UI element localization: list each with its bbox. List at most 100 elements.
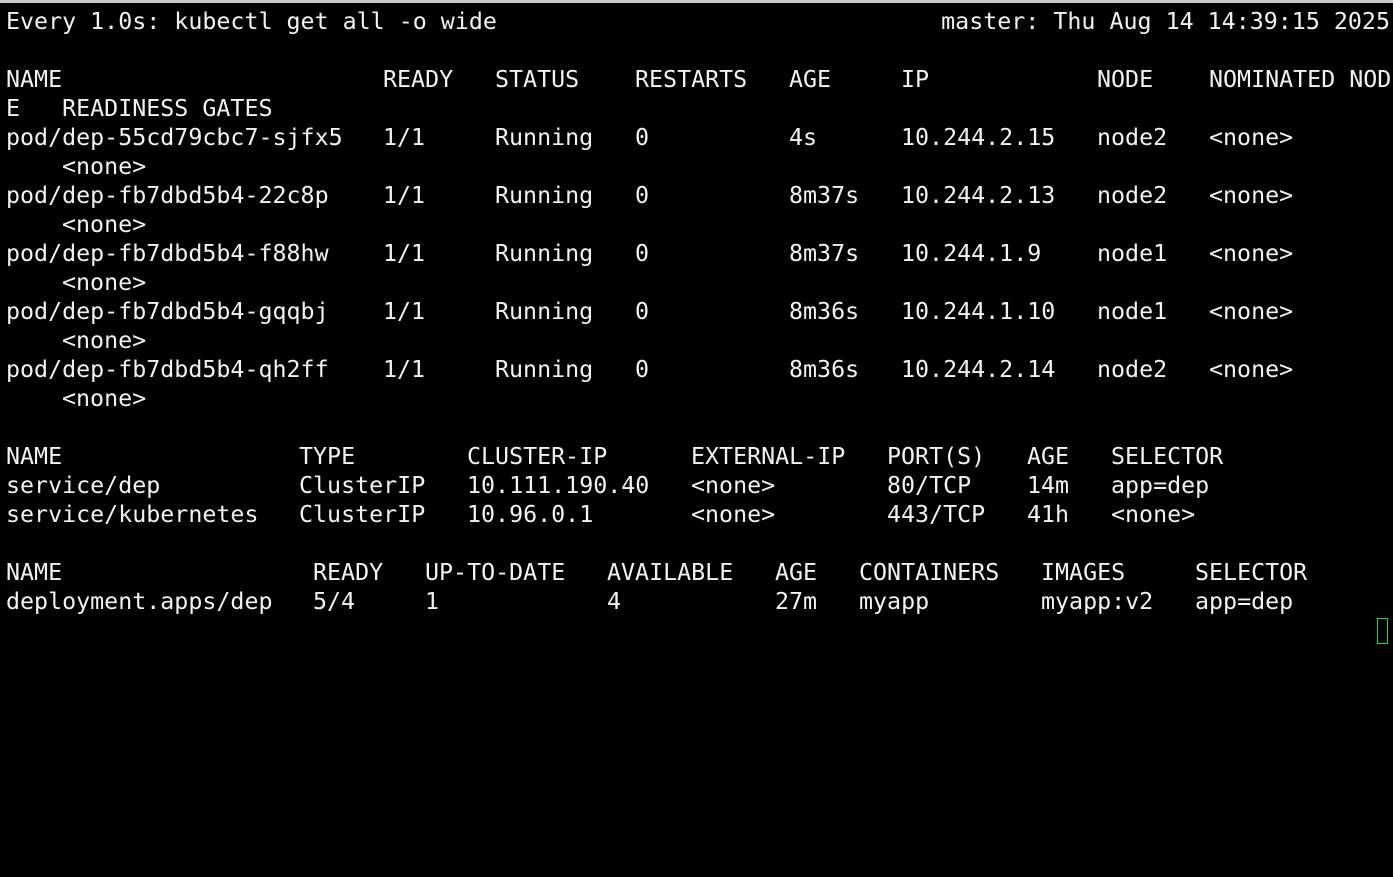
pod-ready: 1/1 [383, 356, 426, 383]
pod-ready: 1/1 [383, 182, 426, 209]
service-selector: app=dep [1111, 472, 1210, 499]
pod-name: pod/dep-fb7dbd5b4-22c8p [6, 182, 329, 209]
table-row: service/dep ClusterIP 10.111.190.40 <non… [6, 471, 1393, 500]
deployment-up-to-date: 1 [425, 588, 440, 615]
pod-restarts: 0 [635, 356, 650, 383]
deployments-header-row: NAME READY UP-TO-DATE AVAILABLE AGE CONT… [6, 558, 1393, 587]
col-header-readiness-gates: E READINESS GATES [6, 95, 273, 122]
col-header-restarts: RESTARTS [635, 66, 748, 93]
service-ports: 80/TCP [887, 472, 972, 499]
pod-status: Running [495, 298, 594, 325]
col-header-node: NODE [1097, 66, 1154, 93]
service-name: service/kubernetes [6, 501, 259, 528]
col-header-external-ip: EXTERNAL-IP [691, 443, 846, 470]
pod-status: Running [495, 240, 594, 267]
pod-readiness-gates: <none> [62, 211, 147, 238]
pods-header-wrap: E READINESS GATES [6, 94, 1393, 123]
col-header-name: NAME [6, 443, 63, 470]
pod-name: pod/dep-fb7dbd5b4-gqqbj [6, 298, 329, 325]
pod-status: Running [495, 356, 594, 383]
col-header-nominated: NOMINATED NOD [1209, 66, 1392, 93]
pod-nominated-node: <none> [1209, 356, 1294, 383]
service-ports: 443/TCP [887, 501, 986, 528]
pod-ready: 1/1 [383, 124, 426, 151]
col-header-status: STATUS [495, 66, 580, 93]
table-row-wrap: <none> [6, 384, 1393, 413]
pod-readiness-gates: <none> [62, 269, 147, 296]
table-row: deployment.apps/dep 5/4 1 4 27m myapp my… [6, 587, 1393, 616]
pod-restarts: 0 [635, 298, 650, 325]
pods-header-row: NAME READY STATUS RESTARTS AGE IP NODE N… [6, 65, 1393, 94]
watch-header: Every 1.0s: kubectl get all -o wide mast… [6, 7, 1393, 36]
pod-node: node2 [1097, 182, 1168, 209]
col-header-containers: CONTAINERS [859, 559, 1000, 586]
deployment-available: 4 [607, 588, 622, 615]
col-header-age: AGE [1027, 443, 1070, 470]
terminal-output: Every 1.0s: kubectl get all -o wide mast… [6, 7, 1393, 616]
pod-ip: 10.244.1.9 [901, 240, 1042, 267]
deployment-age: 27m [775, 588, 818, 615]
col-header-images: IMAGES [1041, 559, 1126, 586]
service-age: 14m [1027, 472, 1070, 499]
pod-node: node1 [1097, 240, 1168, 267]
col-header-type: TYPE [299, 443, 356, 470]
pod-age: 4s [789, 124, 818, 151]
pod-name: pod/dep-55cd79cbc7-sjfx5 [6, 124, 343, 151]
deployment-name: deployment.apps/dep [6, 588, 273, 615]
pod-ready: 1/1 [383, 298, 426, 325]
col-header-selector: SELECTOR [1195, 559, 1308, 586]
pod-ip: 10.244.2.13 [901, 182, 1056, 209]
terminal-cursor[interactable] [1377, 618, 1388, 644]
table-row: pod/dep-55cd79cbc7-sjfx5 1/1 Running 0 4… [6, 123, 1393, 152]
table-row: pod/dep-fb7dbd5b4-22c8p 1/1 Running 0 8m… [6, 181, 1393, 210]
table-row-wrap: <none> [6, 152, 1393, 181]
table-row: pod/dep-fb7dbd5b4-qh2ff 1/1 Running 0 8m… [6, 355, 1393, 384]
service-selector: <none> [1111, 501, 1196, 528]
pod-nominated-node: <none> [1209, 240, 1294, 267]
col-header-selector: SELECTOR [1111, 443, 1224, 470]
col-header-cluster-ip: CLUSTER-IP [467, 443, 608, 470]
watch-host-time: master: Thu Aug 14 14:39:15 2025 [941, 8, 1390, 35]
col-header-ready: READY [383, 66, 454, 93]
pod-name: pod/dep-fb7dbd5b4-qh2ff [6, 356, 329, 383]
table-row-wrap: <none> [6, 210, 1393, 239]
col-header-age: AGE [789, 66, 832, 93]
pod-ip: 10.244.1.10 [901, 298, 1056, 325]
col-header-name: NAME [6, 559, 63, 586]
service-age: 41h [1027, 501, 1070, 528]
col-header-ip: IP [901, 66, 930, 93]
col-header-up-to-date: UP-TO-DATE [425, 559, 566, 586]
service-name: service/dep [6, 472, 161, 499]
deployment-containers: myapp [859, 588, 930, 615]
pod-restarts: 0 [635, 240, 650, 267]
pod-name: pod/dep-fb7dbd5b4-f88hw [6, 240, 329, 267]
table-row: pod/dep-fb7dbd5b4-gqqbj 1/1 Running 0 8m… [6, 297, 1393, 326]
pod-nominated-node: <none> [1209, 182, 1294, 209]
col-header-ports: PORT(S) [887, 443, 986, 470]
deployment-selector: app=dep [1195, 588, 1294, 615]
table-row: service/kubernetes ClusterIP 10.96.0.1 <… [6, 500, 1393, 529]
service-type: ClusterIP [299, 472, 426, 499]
window-top-border [0, 0, 1393, 3]
pod-restarts: 0 [635, 182, 650, 209]
pod-age: 8m36s [789, 356, 860, 383]
col-header-age: AGE [775, 559, 818, 586]
service-type: ClusterIP [299, 501, 426, 528]
pod-nominated-node: <none> [1209, 298, 1294, 325]
pod-status: Running [495, 124, 594, 151]
pod-readiness-gates: <none> [62, 385, 147, 412]
deployment-ready: 5/4 [313, 588, 356, 615]
pod-status: Running [495, 182, 594, 209]
pod-age: 8m36s [789, 298, 860, 325]
pod-node: node2 [1097, 124, 1168, 151]
pod-age: 8m37s [789, 182, 860, 209]
col-header-available: AVAILABLE [607, 559, 734, 586]
table-row-wrap: <none> [6, 268, 1393, 297]
service-cluster-ip: 10.111.190.40 [467, 472, 650, 499]
pod-ip: 10.244.2.14 [901, 356, 1056, 383]
pod-readiness-gates: <none> [62, 153, 147, 180]
pod-nominated-node: <none> [1209, 124, 1294, 151]
watch-command: Every 1.0s: kubectl get all -o wide [6, 8, 497, 35]
